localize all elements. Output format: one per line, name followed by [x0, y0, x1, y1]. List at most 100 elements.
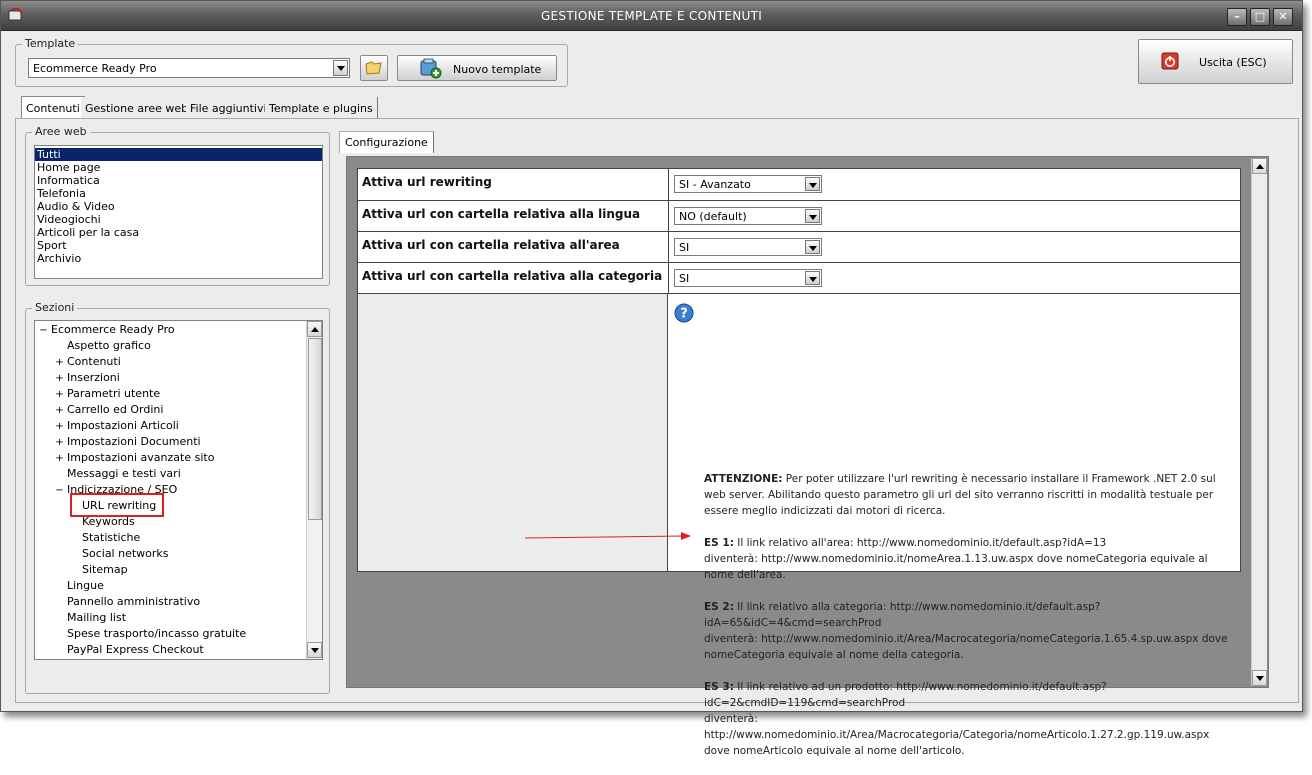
- tree-node[interactable]: + Impostazioni avanzate sito: [55, 451, 214, 466]
- tree-node-label: Statistiche: [82, 531, 141, 544]
- tree-node-label: Impostazioni Articoli: [67, 419, 179, 432]
- annotation-arrow-icon: [524, 532, 691, 540]
- tree-node-label: Inserzioni: [67, 371, 120, 384]
- sezioni-group: Sezioni − Ecommerce Ready Pro Aspetto graf…: [25, 301, 330, 694]
- tree-node[interactable]: + Impostazioni Articoli: [55, 419, 179, 434]
- maximize-button[interactable]: □: [1250, 8, 1270, 26]
- area-folder-select[interactable]: SI: [674, 238, 822, 256]
- chevron-down-icon[interactable]: [805, 240, 820, 254]
- example-2-text: Il link relativo alla categoria: http://…: [704, 601, 1101, 629]
- tree-node[interactable]: − Ecommerce Ready Pro: [39, 323, 174, 338]
- list-item[interactable]: Sport: [35, 239, 322, 252]
- lingua-folder-select[interactable]: NO (default): [674, 207, 822, 225]
- example-1-text: Il link relativo all'area: http://www.no…: [733, 537, 1107, 549]
- select-value: NO (default): [679, 210, 747, 223]
- chevron-down-icon[interactable]: [805, 271, 820, 285]
- aree-web-list[interactable]: Tutti Home page Informatica Telefonia Au…: [34, 145, 323, 279]
- minimize-button[interactable]: –: [1227, 8, 1247, 26]
- tree-node[interactable]: Pannello amministrativo: [55, 595, 200, 609]
- list-item[interactable]: Audio & Video: [35, 200, 322, 213]
- tree-node[interactable]: Keywords: [70, 515, 135, 529]
- example-1-result: diventerà: http://www.nomedominio.it/nom…: [704, 553, 1208, 581]
- collapse-icon[interactable]: −: [55, 484, 64, 498]
- tree-node[interactable]: Aspetto grafico: [55, 339, 151, 353]
- tree-node[interactable]: Spese trasporto/incasso gratuite: [55, 627, 246, 641]
- new-template-button[interactable]: Nuovo template: [397, 55, 557, 81]
- tree-node[interactable]: + Impostazioni Documenti: [55, 435, 200, 450]
- chevron-down-icon[interactable]: [805, 177, 820, 191]
- sezioni-scrollbar[interactable]: [306, 321, 322, 659]
- expand-icon[interactable]: +: [55, 452, 64, 466]
- new-template-label: Nuovo template: [453, 63, 542, 76]
- tree-node-label: Aspetto grafico: [67, 339, 151, 352]
- collapse-icon[interactable]: −: [39, 324, 48, 338]
- expand-icon[interactable]: +: [55, 420, 64, 434]
- tab-gestione-aree-web[interactable]: Gestione aree web: [81, 97, 194, 119]
- sezioni-tree[interactable]: − Ecommerce Ready Pro Aspetto grafico + Cont…: [34, 320, 323, 660]
- tab-template-e-plugins[interactable]: Template e plugins: [265, 97, 378, 119]
- tree-node[interactable]: + Inserzioni: [55, 371, 120, 386]
- expand-icon[interactable]: +: [55, 404, 64, 418]
- tree-node[interactable]: PayPal Express Checkout: [55, 643, 204, 657]
- config-scrollbar[interactable]: [1251, 158, 1267, 686]
- tree-node-label: Carrello ed Ordini: [67, 403, 164, 416]
- tree-node[interactable]: Sitemap: [70, 563, 128, 577]
- config-row: Attiva url con cartella relativa alla ca…: [358, 263, 1240, 294]
- list-item[interactable]: Home page: [35, 161, 322, 174]
- sezioni-label: Sezioni: [32, 301, 78, 314]
- list-item[interactable]: Videogiochi: [35, 213, 322, 226]
- title-bar[interactable]: GESTIONE TEMPLATE E CONTENUTI – □ ✕: [1, 1, 1302, 31]
- aree-web-label: Aree web: [32, 125, 90, 138]
- url-rewriting-select[interactable]: SI - Avanzato: [674, 175, 822, 193]
- tree-node[interactable]: Messaggi e testi vari: [55, 467, 181, 481]
- config-scroll-up-button[interactable]: [1252, 158, 1267, 174]
- list-item[interactable]: Informatica: [35, 174, 322, 187]
- tree-node-label: Parametri utente: [67, 387, 161, 400]
- tree-node[interactable]: Mailing list: [55, 611, 126, 625]
- template-group-label: Template: [22, 37, 79, 50]
- tree-node-label: Pannello amministrativo: [67, 595, 201, 608]
- tree-node[interactable]: Statistiche: [70, 531, 140, 545]
- exit-button[interactable]: Uscita (ESC): [1138, 39, 1293, 84]
- main-window: GESTIONE TEMPLATE E CONTENUTI – □ ✕ Temp…: [0, 0, 1303, 757]
- attention-title: ATTENZIONE:: [704, 473, 783, 485]
- config-row: Attiva url rewriting SI - Avanzato: [358, 169, 1240, 201]
- tab-contenuti[interactable]: Contenuti: [21, 96, 85, 120]
- example-2-result: diventerà: http://www.nomedominio.it/Are…: [704, 633, 1228, 661]
- tree-node[interactable]: + Parametri utente: [55, 387, 160, 402]
- open-folder-button[interactable]: [360, 55, 388, 81]
- scroll-thumb[interactable]: [308, 338, 322, 520]
- tree-node[interactable]: Lingue: [55, 579, 104, 593]
- list-item[interactable]: Archivio: [35, 252, 322, 265]
- template-select[interactable]: Ecommerce Ready Pro: [28, 58, 350, 78]
- list-item[interactable]: Articoli per la casa: [35, 226, 322, 239]
- scroll-up-button[interactable]: [307, 321, 322, 337]
- close-button[interactable]: ✕: [1273, 8, 1293, 26]
- list-item[interactable]: Telefonia: [35, 187, 322, 200]
- tree-node-label: Lingue: [67, 579, 104, 592]
- expand-icon[interactable]: +: [55, 356, 64, 370]
- expand-icon[interactable]: +: [55, 372, 64, 386]
- info-text: ATTENZIONE: Per poter utilizzare l'url r…: [704, 471, 1236, 775]
- chevron-down-icon[interactable]: [333, 60, 348, 76]
- tab-configurazione[interactable]: Configurazione: [339, 131, 434, 153]
- config-grid: Attiva url rewriting SI - Avanzato Attiv…: [357, 168, 1241, 757]
- tree-node[interactable]: + Contenuti: [55, 355, 121, 370]
- config-row-label: Attiva url con cartella relativa alla ca…: [362, 269, 663, 283]
- config-scroll-down-button[interactable]: [1252, 670, 1267, 686]
- category-folder-select[interactable]: SI: [674, 269, 822, 287]
- scroll-down-button[interactable]: [307, 642, 322, 658]
- select-value: SI - Avanzato: [679, 178, 751, 191]
- tab-file-aggiuntivi[interactable]: File aggiuntivi: [186, 97, 272, 119]
- tree-node-label: Impostazioni avanzate sito: [67, 451, 215, 464]
- tree-node-label: Contenuti: [67, 355, 121, 368]
- expand-icon[interactable]: +: [55, 436, 64, 450]
- tree-node[interactable]: + Carrello ed Ordini: [55, 403, 163, 418]
- example-2-title: ES 2:: [704, 601, 734, 613]
- chevron-down-icon[interactable]: [805, 209, 820, 223]
- list-item[interactable]: Tutti: [35, 148, 322, 161]
- tree-node[interactable]: Social networks: [70, 547, 169, 561]
- config-row-label: Attiva url con cartella relativa alla li…: [362, 207, 641, 221]
- expand-icon[interactable]: +: [55, 388, 64, 402]
- new-template-icon: [420, 58, 442, 79]
